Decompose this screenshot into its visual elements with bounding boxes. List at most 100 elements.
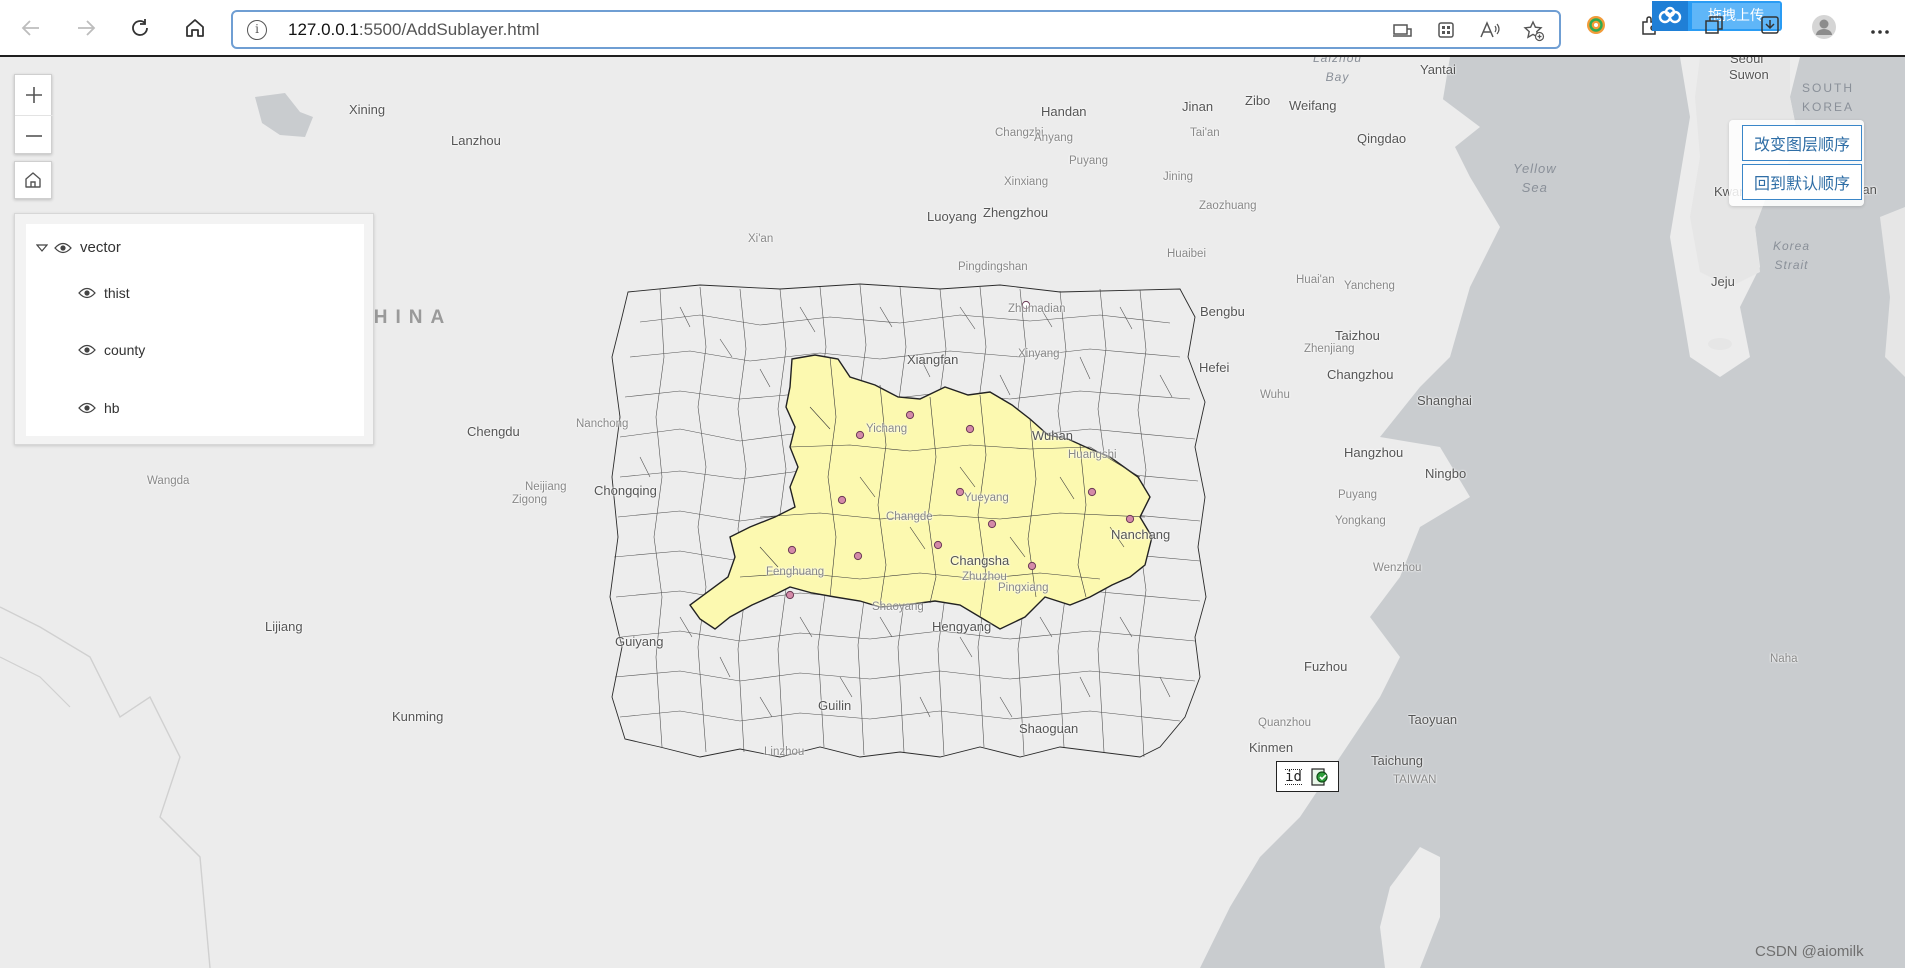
city-label: Handan <box>1041 104 1087 119</box>
city-label: Chengdu <box>467 424 520 439</box>
app-available-icon[interactable] <box>1391 20 1413 42</box>
city-label: Zhumadian <box>1008 303 1066 315</box>
city-label: Weifang <box>1289 98 1337 113</box>
city-label: Jinan <box>1182 99 1214 114</box>
layer-item-hb[interactable]: hb <box>78 400 120 416</box>
url-host: 127.0.0.1 <box>288 20 359 39</box>
eye-icon[interactable] <box>78 287 96 299</box>
city-label: Wenzhou <box>1373 562 1422 574</box>
city-label: Taizhou <box>1335 328 1380 343</box>
change-layer-order-button[interactable]: 改变图层顺序 <box>1742 125 1862 161</box>
city-label: Yueyang <box>964 492 1009 504</box>
default-order-button[interactable]: 回到默认顺序 <box>1742 164 1862 200</box>
city-label: Hefei <box>1199 360 1230 375</box>
city-label: Zhengzhou <box>983 205 1049 220</box>
city-label: Yongkang <box>1335 515 1386 527</box>
city-label: Xi'an <box>748 233 774 245</box>
identify-widget[interactable]: id <box>1276 761 1339 792</box>
layer-label: thist <box>104 285 130 301</box>
city-label: Chongqing <box>594 483 657 498</box>
city-label: Changzhou <box>1327 367 1394 382</box>
city-label: Shanghai <box>1417 393 1472 408</box>
minus-icon <box>26 134 42 137</box>
province-border <box>0 606 211 968</box>
sea-label: Laizhou Bay <box>1313 57 1363 84</box>
url-text[interactable]: 127.0.0.1:5500/AddSublayer.html <box>288 20 539 40</box>
city-label: Huai'an <box>1296 274 1335 286</box>
city-label: Yichang <box>866 423 908 435</box>
home-page-button[interactable] <box>179 12 211 44</box>
city-label: Fenghuang <box>766 566 825 578</box>
info-icon[interactable]: i <box>247 20 267 40</box>
sea-label: Korea Strait <box>1773 239 1811 272</box>
layer-label: hb <box>104 400 120 416</box>
city-label: Yancheng <box>1344 280 1395 292</box>
arrow-right-icon <box>78 20 96 36</box>
collections-icon[interactable] <box>1700 14 1728 42</box>
city-label: Jining <box>1163 171 1194 183</box>
arrow-left-icon <box>21 20 39 36</box>
back-button[interactable] <box>15 12 47 44</box>
home-extent-button[interactable] <box>14 161 52 199</box>
profile-avatar-icon[interactable] <box>1810 14 1838 42</box>
city-label: Zibo <box>1245 93 1271 108</box>
home-icon <box>25 172 41 188</box>
favorite-add-icon[interactable] <box>1523 20 1545 42</box>
city-label: Jeju <box>1711 274 1735 289</box>
layer-label: county <box>104 342 146 358</box>
zoom-out-button[interactable] <box>15 115 53 155</box>
city-label: Huaibei <box>1167 248 1206 260</box>
city-label: Neijiang <box>525 481 567 493</box>
lake-shape <box>255 93 313 137</box>
city-label: Xiangfan <box>907 352 959 367</box>
browser-toolbar: i 127.0.0.1:5500/AddSublayer.html 拖拽上传 <box>0 0 1905 57</box>
layer-list-panel: vector thist county hb <box>14 213 374 445</box>
city-label: Anyang <box>1034 132 1074 144</box>
city-label: Wuhu <box>1260 389 1290 401</box>
zoom-in-button[interactable] <box>15 75 53 115</box>
eye-icon[interactable] <box>78 402 96 414</box>
basemap-layer <box>0 57 1905 968</box>
forward-button[interactable] <box>70 12 102 44</box>
city-label: Wuhan <box>1032 428 1073 443</box>
city-label: Xinyang <box>1018 348 1060 360</box>
city-label: Seoul <box>1730 57 1764 66</box>
city-label: Ningbo <box>1425 466 1467 481</box>
jeju-island <box>1708 338 1732 350</box>
map-view[interactable]: CHINA Xining Lanzhou Handan Jinan Zibo W… <box>0 57 1905 968</box>
city-label: Huangshi <box>1068 449 1117 461</box>
city-label: Changde <box>886 511 933 523</box>
read-aloud-icon[interactable] <box>1479 20 1501 42</box>
sync-extension-icon[interactable] <box>1582 14 1610 42</box>
caret-down-icon[interactable] <box>36 243 48 253</box>
province-border <box>0 656 71 708</box>
address-bar[interactable]: i 127.0.0.1:5500/AddSublayer.html <box>231 10 1561 49</box>
city-label: Shaoguan <box>1019 721 1079 736</box>
eye-icon[interactable] <box>78 344 96 356</box>
city-label: Nanchong <box>576 418 629 430</box>
city-label: Taoyuan <box>1408 712 1458 727</box>
extensions-grid-icon[interactable] <box>1435 20 1457 42</box>
watermark-text: CSDN @aiomilk <box>1755 943 1864 960</box>
more-menu-icon[interactable] <box>1866 14 1894 42</box>
city-label: Xining <box>349 102 386 117</box>
layer-group-vector[interactable]: vector <box>36 239 121 256</box>
city-label: Qingdao <box>1357 131 1407 146</box>
sea-label: SOUTH KOREA <box>1802 81 1855 114</box>
city-label: Guilin <box>818 698 852 713</box>
city-label: Nanchang <box>1111 527 1171 542</box>
downloads-icon[interactable] <box>1756 14 1784 42</box>
eye-icon[interactable] <box>54 242 72 254</box>
city-label: Yantai <box>1420 62 1456 77</box>
city-label: Taichung <box>1371 753 1424 768</box>
city-label: Pingxiang <box>998 582 1049 594</box>
city-label: Pingdingshan <box>958 261 1028 273</box>
city-label: Puyang <box>1069 155 1109 167</box>
refresh-button[interactable] <box>124 12 156 44</box>
city-label: Bengbu <box>1200 304 1245 319</box>
city-label: Xinxiang <box>1004 176 1049 188</box>
url-path: :5500/AddSublayer.html <box>358 20 540 39</box>
order-button-panel: 改变图层顺序 回到默认顺序 <box>1729 120 1864 206</box>
layer-item-county[interactable]: county <box>78 342 145 358</box>
layer-item-thist[interactable]: thist <box>78 285 130 301</box>
